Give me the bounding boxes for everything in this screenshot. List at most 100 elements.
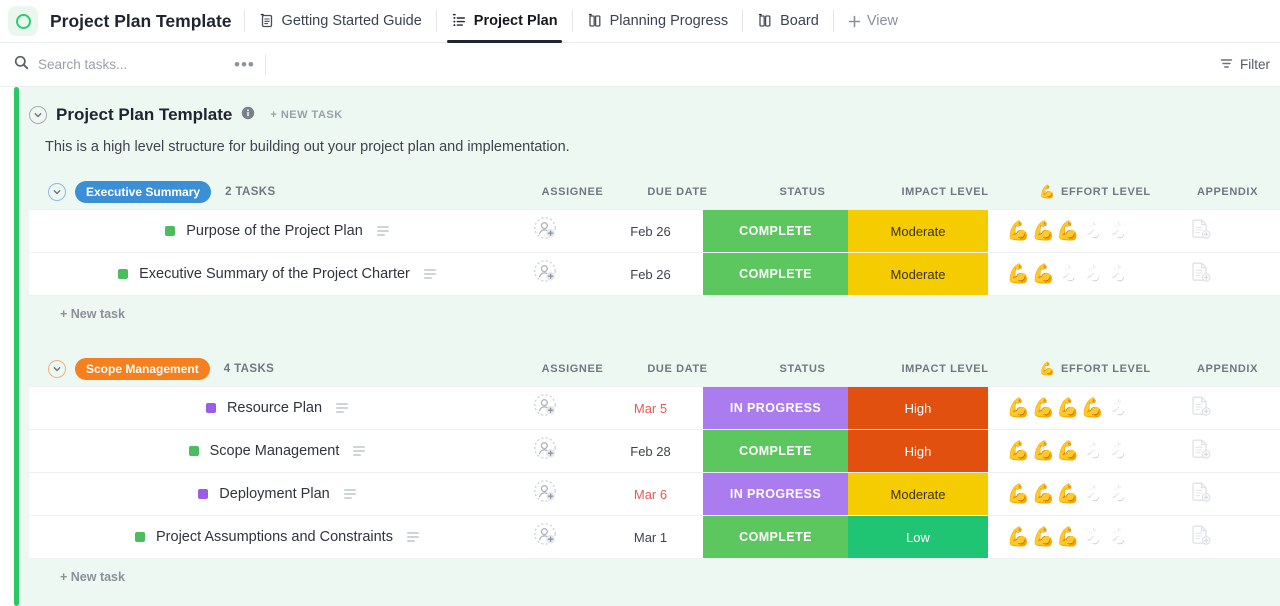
- collapse-group-icon[interactable]: [48, 183, 66, 201]
- status-cell[interactable]: COMPLETE: [703, 210, 848, 252]
- impact-level-cell[interactable]: High: [848, 430, 988, 472]
- appendix-cell[interactable]: [1148, 430, 1253, 472]
- effort-muscle-icon[interactable]: 💪: [1056, 265, 1080, 284]
- add-attachment-icon[interactable]: [1191, 481, 1211, 508]
- effort-muscle-icon[interactable]: 💪: [1106, 265, 1130, 284]
- assignee-cell[interactable]: [493, 516, 598, 558]
- task-name-cell[interactable]: Deployment Plan: [29, 473, 493, 515]
- assignee-cell[interactable]: [493, 473, 598, 515]
- add-attachment-icon[interactable]: [1191, 261, 1211, 288]
- due-date-cell[interactable]: Mar 5: [598, 387, 703, 429]
- status-badge[interactable]: IN PROGRESS: [703, 387, 848, 429]
- new-task-button[interactable]: + NEW TASK: [270, 109, 342, 121]
- column-header-due-date[interactable]: DUE DATE: [625, 363, 730, 375]
- collapse-list-icon[interactable]: [29, 106, 47, 124]
- impact-level-cell[interactable]: Low: [848, 516, 988, 558]
- table-row[interactable]: Scope ManagementFeb 28COMPLETEHigh💪💪💪💪💪: [29, 430, 1280, 473]
- effort-level-cell[interactable]: 💪💪💪💪💪: [988, 387, 1148, 429]
- assignee-cell[interactable]: [493, 210, 598, 252]
- collapse-group-icon[interactable]: [48, 360, 66, 378]
- impact-level-cell[interactable]: Moderate: [848, 210, 988, 252]
- task-name-cell[interactable]: Scope Management: [29, 430, 493, 472]
- effort-level-cell[interactable]: 💪💪💪💪💪: [988, 430, 1148, 472]
- task-name-cell[interactable]: Project Assumptions and Constraints: [29, 516, 493, 558]
- add-attachment-icon[interactable]: [1191, 395, 1211, 422]
- column-header-impact-level[interactable]: IMPACT LEVEL: [875, 186, 1015, 198]
- effort-muscle-icon[interactable]: 💪: [1031, 399, 1055, 418]
- due-date-cell[interactable]: Feb 26: [598, 210, 703, 252]
- column-header-effort-level[interactable]: 💪EFFORT LEVEL: [1015, 184, 1175, 200]
- task-status-dot[interactable]: [135, 532, 145, 542]
- due-date-cell[interactable]: Feb 28: [598, 430, 703, 472]
- task-status-dot[interactable]: [189, 446, 199, 456]
- impact-level-badge[interactable]: High: [848, 387, 988, 429]
- table-row[interactable]: Project Assumptions and Constraints Mar 1…: [29, 516, 1280, 559]
- add-assignee-icon[interactable]: [533, 216, 559, 247]
- effort-muscle-icon[interactable]: 💪: [1081, 485, 1105, 504]
- effort-muscle-icon[interactable]: 💪: [1031, 265, 1055, 284]
- tab-project-plan[interactable]: Project Plan: [437, 0, 572, 43]
- status-badge[interactable]: COMPLETE: [703, 253, 848, 295]
- add-assignee-icon[interactable]: [533, 436, 559, 467]
- status-cell[interactable]: COMPLETE: [703, 430, 848, 472]
- column-header-status[interactable]: STATUS: [730, 186, 875, 198]
- effort-muscle-icon[interactable]: 💪: [1106, 485, 1130, 504]
- appendix-cell[interactable]: [1148, 473, 1253, 515]
- search-input[interactable]: [38, 57, 224, 72]
- group-name-tag[interactable]: Executive Summary: [75, 181, 211, 203]
- task-status-dot[interactable]: [118, 269, 128, 279]
- effort-muscle-icon[interactable]: 💪: [1056, 485, 1080, 504]
- tab-board[interactable]: Board: [743, 0, 833, 43]
- appendix-cell[interactable]: [1148, 516, 1253, 558]
- table-row[interactable]: Executive Summary of the Project Charter…: [29, 253, 1280, 296]
- effort-muscle-icon[interactable]: 💪: [1106, 442, 1130, 461]
- effort-level-cell[interactable]: 💪💪💪💪💪: [988, 473, 1148, 515]
- due-date-cell[interactable]: Mar 1: [598, 516, 703, 558]
- add-new-task-row[interactable]: + New task: [19, 296, 1280, 332]
- appendix-cell[interactable]: [1148, 210, 1253, 252]
- column-header-effort-level[interactable]: 💪EFFORT LEVEL: [1015, 361, 1175, 377]
- add-assignee-icon[interactable]: [533, 479, 559, 510]
- search-box[interactable]: [14, 55, 224, 75]
- effort-muscle-icon[interactable]: 💪: [1007, 265, 1031, 284]
- effort-muscle-icon[interactable]: 💪: [1081, 399, 1105, 418]
- appendix-cell[interactable]: [1148, 387, 1253, 429]
- add-assignee-icon[interactable]: [533, 259, 559, 290]
- effort-level-cell[interactable]: 💪💪💪💪💪: [988, 516, 1148, 558]
- workspace-logo[interactable]: [8, 6, 38, 36]
- assignee-cell[interactable]: [493, 387, 598, 429]
- info-icon[interactable]: [241, 106, 255, 125]
- status-badge[interactable]: IN PROGRESS: [703, 473, 848, 515]
- effort-muscle-icon[interactable]: 💪: [1081, 222, 1105, 241]
- filter-button[interactable]: Filter: [1220, 57, 1270, 73]
- effort-muscle-icon[interactable]: 💪: [1031, 222, 1055, 241]
- add-view-button[interactable]: View: [834, 0, 912, 43]
- add-new-task-row[interactable]: + New task: [19, 559, 1280, 595]
- tab-planning-progress[interactable]: Planning Progress: [573, 0, 743, 43]
- effort-muscle-icon[interactable]: 💪: [1106, 222, 1130, 241]
- impact-level-badge[interactable]: Moderate: [848, 253, 988, 295]
- status-cell[interactable]: COMPLETE: [703, 253, 848, 295]
- tab-getting-started-guide[interactable]: Getting Started Guide: [245, 0, 436, 43]
- effort-muscle-icon[interactable]: 💪: [1031, 528, 1055, 547]
- impact-level-badge[interactable]: High: [848, 430, 988, 472]
- effort-muscle-icon[interactable]: 💪: [1007, 222, 1031, 241]
- assignee-cell[interactable]: [493, 430, 598, 472]
- effort-muscle-icon[interactable]: 💪: [1056, 442, 1080, 461]
- ellipsis-icon[interactable]: •••: [224, 60, 265, 70]
- effort-muscle-icon[interactable]: 💪: [1081, 265, 1105, 284]
- task-name-cell[interactable]: Purpose of the Project Plan: [29, 210, 493, 252]
- column-header-assignee[interactable]: ASSIGNEE: [520, 363, 625, 375]
- status-cell[interactable]: IN PROGRESS: [703, 387, 848, 429]
- column-header-appendix[interactable]: APPENDIX: [1175, 363, 1280, 375]
- effort-muscle-icon[interactable]: 💪: [1056, 528, 1080, 547]
- effort-level-cell[interactable]: 💪💪💪💪💪: [988, 253, 1148, 295]
- effort-muscle-icon[interactable]: 💪: [1106, 399, 1130, 418]
- effort-muscle-icon[interactable]: 💪: [1007, 485, 1031, 504]
- add-assignee-icon[interactable]: [533, 393, 559, 424]
- effort-muscle-icon[interactable]: 💪: [1007, 442, 1031, 461]
- add-attachment-icon[interactable]: [1191, 524, 1211, 551]
- appendix-cell[interactable]: [1148, 253, 1253, 295]
- status-cell[interactable]: COMPLETE: [703, 516, 848, 558]
- task-status-dot[interactable]: [165, 226, 175, 236]
